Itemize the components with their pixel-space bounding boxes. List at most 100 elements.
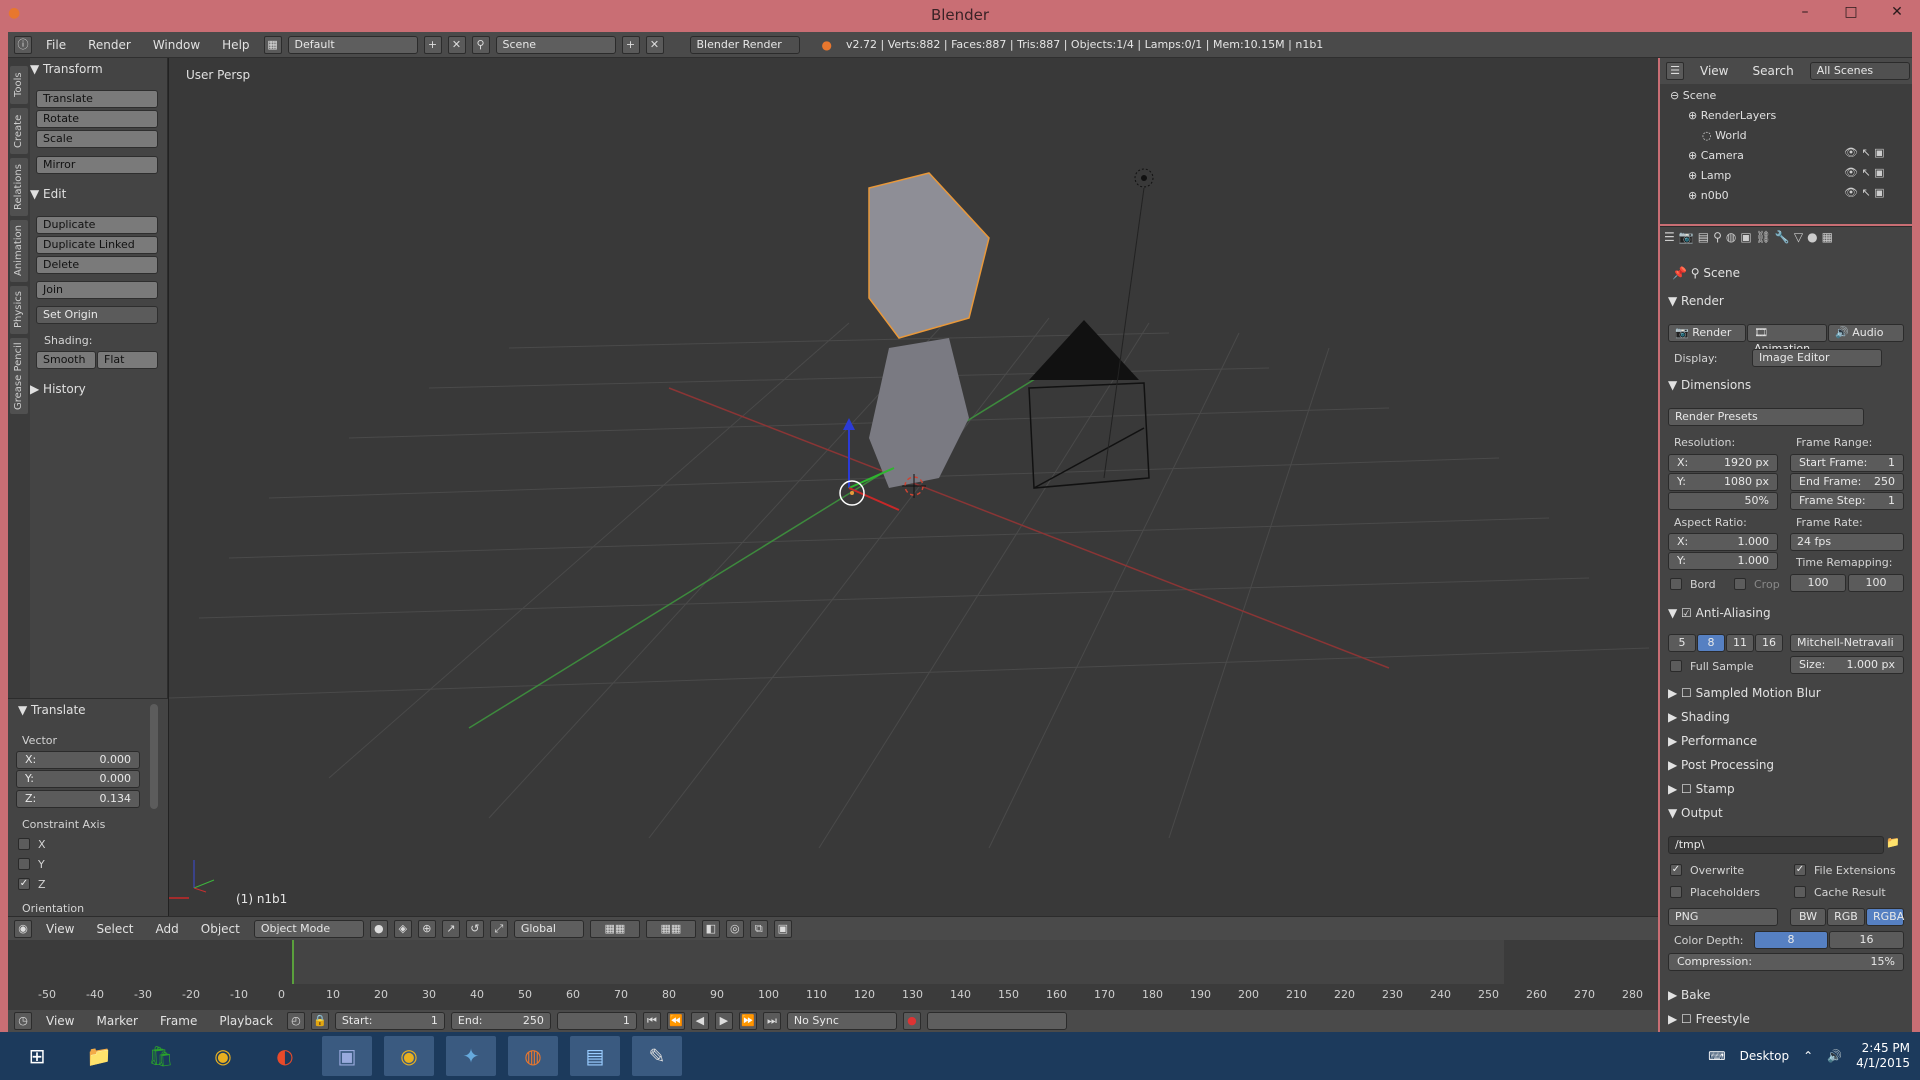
delete-button[interactable]: Delete	[36, 256, 158, 274]
chrome-window-icon[interactable]: ◉	[384, 1036, 434, 1076]
outliner-item-lamp[interactable]: ⊕ Lamp	[1688, 166, 1731, 186]
start-button-icon[interactable]: ⊞	[12, 1036, 62, 1076]
operator-scrollbar[interactable]	[150, 704, 158, 809]
visibility-icons[interactable]: 👁 ↖ ▣	[1844, 146, 1904, 159]
remove-scene-icon[interactable]: ✕	[645, 35, 664, 54]
timeline-editor-icon[interactable]: ◷	[14, 1012, 32, 1030]
play-reverse-icon[interactable]: ◀	[690, 1012, 709, 1030]
mirror-button[interactable]: Mirror	[36, 156, 158, 174]
audio-button[interactable]: 🔊 Audio	[1828, 324, 1904, 342]
scene-selector[interactable]: Scene	[495, 35, 616, 54]
menu-select[interactable]: Select	[88, 922, 141, 936]
layout-selector[interactable]: Default	[287, 35, 418, 54]
mode-selector[interactable]: Object Mode	[253, 919, 364, 938]
output-path-field[interactable]: /tmp\	[1668, 836, 1884, 854]
blender-taskbar-icon[interactable]: ◍	[508, 1036, 558, 1076]
display-selector[interactable]: Image Editor	[1752, 349, 1882, 367]
menu-add[interactable]: Add	[148, 922, 187, 936]
jump-start-icon[interactable]: ⏮	[642, 1012, 661, 1030]
menu-tl-view[interactable]: View	[38, 1014, 82, 1028]
menu-object[interactable]: Object	[193, 922, 248, 936]
smooth-button[interactable]: Smooth	[36, 351, 96, 369]
aa-filter-selector[interactable]: Mitchell-Netravali	[1790, 634, 1904, 652]
editor-type-icon[interactable]: ◉	[14, 919, 32, 938]
play-icon[interactable]: ▶	[714, 1012, 733, 1030]
rotate-manipulator-icon[interactable]: ↺	[465, 919, 484, 938]
border-checkbox[interactable]	[1670, 578, 1682, 590]
flat-button[interactable]: Flat	[97, 351, 158, 369]
layers-icon[interactable]: ▦▦	[589, 919, 640, 938]
shading-mode-icon[interactable]: ●	[369, 919, 388, 938]
snap-icon[interactable]: ⧉	[749, 919, 768, 938]
visibility-icons[interactable]: 👁 ↖ ▣	[1844, 186, 1904, 199]
shading-panel-header[interactable]: ▶ Shading	[1668, 710, 1730, 724]
output-panel-header[interactable]: ▼ Output	[1668, 806, 1723, 820]
constraint-y-checkbox[interactable]	[18, 858, 30, 870]
set-origin-dropdown[interactable]: Set Origin	[36, 306, 158, 324]
frame-rate-selector[interactable]: 24 fps	[1790, 533, 1904, 551]
render-preview-icon[interactable]: ▣	[773, 919, 792, 938]
tab-grease-pencil[interactable]: Grease Pencil	[10, 338, 28, 414]
control-panel-icon[interactable]: ▣	[322, 1036, 372, 1076]
lock-icon[interactable]: 🔒	[310, 1012, 329, 1030]
close-icon[interactable]: ✕	[1874, 0, 1920, 30]
lock-layers-icon[interactable]: ◧	[701, 919, 720, 938]
color-depth-8[interactable]: 8	[1754, 931, 1828, 949]
render-presets-selector[interactable]: Render Presets	[1668, 408, 1864, 426]
add-layout-icon[interactable]: +	[423, 35, 442, 54]
maximize-icon[interactable]: □	[1828, 0, 1874, 30]
compression-slider[interactable]: Compression: 15%	[1668, 953, 1904, 971]
layers-2-icon[interactable]: ▦▦	[645, 919, 696, 938]
aspect-y-field[interactable]: Y: 1.000	[1668, 552, 1778, 570]
rotate-button[interactable]: Rotate	[36, 110, 158, 128]
start-frame-prop[interactable]: Start Frame: 1	[1790, 454, 1904, 472]
clock[interactable]: 2:45 PM 4/1/2015	[1856, 1041, 1910, 1071]
constraint-z-checkbox[interactable]: ✓	[18, 878, 30, 890]
next-key-icon[interactable]: ⏩	[738, 1012, 757, 1030]
keying-set-field[interactable]	[926, 1012, 1067, 1030]
menu-render[interactable]: Render	[80, 38, 139, 52]
outliner-editor-icon[interactable]: ☰	[1666, 62, 1684, 80]
visibility-icons[interactable]: 👁 ↖ ▣	[1844, 166, 1904, 179]
tray-expand-icon[interactable]: ⌃	[1803, 1049, 1813, 1063]
vector-x-field[interactable]: X: 0.000	[16, 751, 140, 769]
prev-key-icon[interactable]: ⏪	[666, 1012, 685, 1030]
editor-app-icon[interactable]: ✎	[632, 1036, 682, 1076]
history-panel-header[interactable]: ▶ History	[30, 380, 165, 398]
preview-range-icon[interactable]: ◴	[286, 1012, 305, 1030]
outliner-filter[interactable]: All Scenes	[1809, 62, 1910, 80]
aa-samples-11[interactable]: 11	[1726, 634, 1754, 652]
file-explorer-icon[interactable]: 📁	[74, 1036, 124, 1076]
translate-manipulator-icon[interactable]: ↗	[441, 919, 460, 938]
transform-panel-header[interactable]: ▼ Transform	[30, 60, 165, 78]
join-button[interactable]: Join	[36, 281, 158, 299]
layout-icon[interactable]: ▦	[263, 35, 282, 54]
tab-tools[interactable]: Tools	[10, 66, 28, 104]
remap-old-field[interactable]: 100	[1790, 574, 1846, 592]
menu-view[interactable]: View	[38, 922, 82, 936]
menu-tl-frame[interactable]: Frame	[152, 1014, 205, 1028]
resolution-x-field[interactable]: X: 1920 px	[1668, 454, 1778, 472]
tab-physics[interactable]: Physics	[10, 286, 28, 334]
operator-panel-header[interactable]: ▼ Translate	[18, 701, 153, 719]
tab-create[interactable]: Create	[10, 108, 28, 154]
render-engine-selector[interactable]: Blender Render	[689, 35, 800, 54]
anti-aliasing-panel-header[interactable]: ▼ ☑ Anti-Aliasing	[1668, 606, 1771, 620]
firefox-icon[interactable]: ◐	[260, 1036, 310, 1076]
record-icon[interactable]: ●	[902, 1012, 921, 1030]
desktop-toolbar[interactable]: Desktop	[1740, 1049, 1790, 1063]
outliner-item-scene[interactable]: ⊖ Scene	[1670, 86, 1716, 106]
end-frame-prop[interactable]: End Frame: 250	[1790, 473, 1904, 491]
tab-relations[interactable]: Relations	[10, 158, 28, 216]
outliner-menu-search[interactable]: Search	[1744, 64, 1801, 78]
pivot-icon[interactable]: ◈	[393, 919, 412, 938]
properties-tabs[interactable]: ☰ 📷 ▤ ⚲ ◍ ▣ ⛓ 🔧 ▽ ● ▦	[1664, 230, 1908, 252]
performance-panel-header[interactable]: ▶ Performance	[1668, 734, 1757, 748]
end-frame-field[interactable]: End: 250	[450, 1012, 551, 1030]
current-frame-marker[interactable]	[292, 940, 294, 990]
remove-layout-icon[interactable]: ✕	[447, 35, 466, 54]
frame-step-prop[interactable]: Frame Step: 1	[1790, 492, 1904, 510]
scale-manipulator-icon[interactable]: ⤢	[489, 919, 508, 938]
render-panel-header[interactable]: ▼ Render	[1668, 294, 1724, 308]
translate-button[interactable]: Translate	[36, 90, 158, 108]
